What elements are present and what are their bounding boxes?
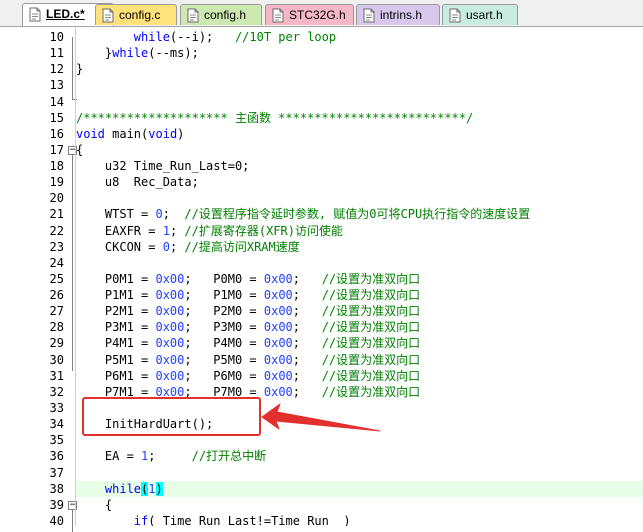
annotation-arrow-icon <box>261 403 381 432</box>
